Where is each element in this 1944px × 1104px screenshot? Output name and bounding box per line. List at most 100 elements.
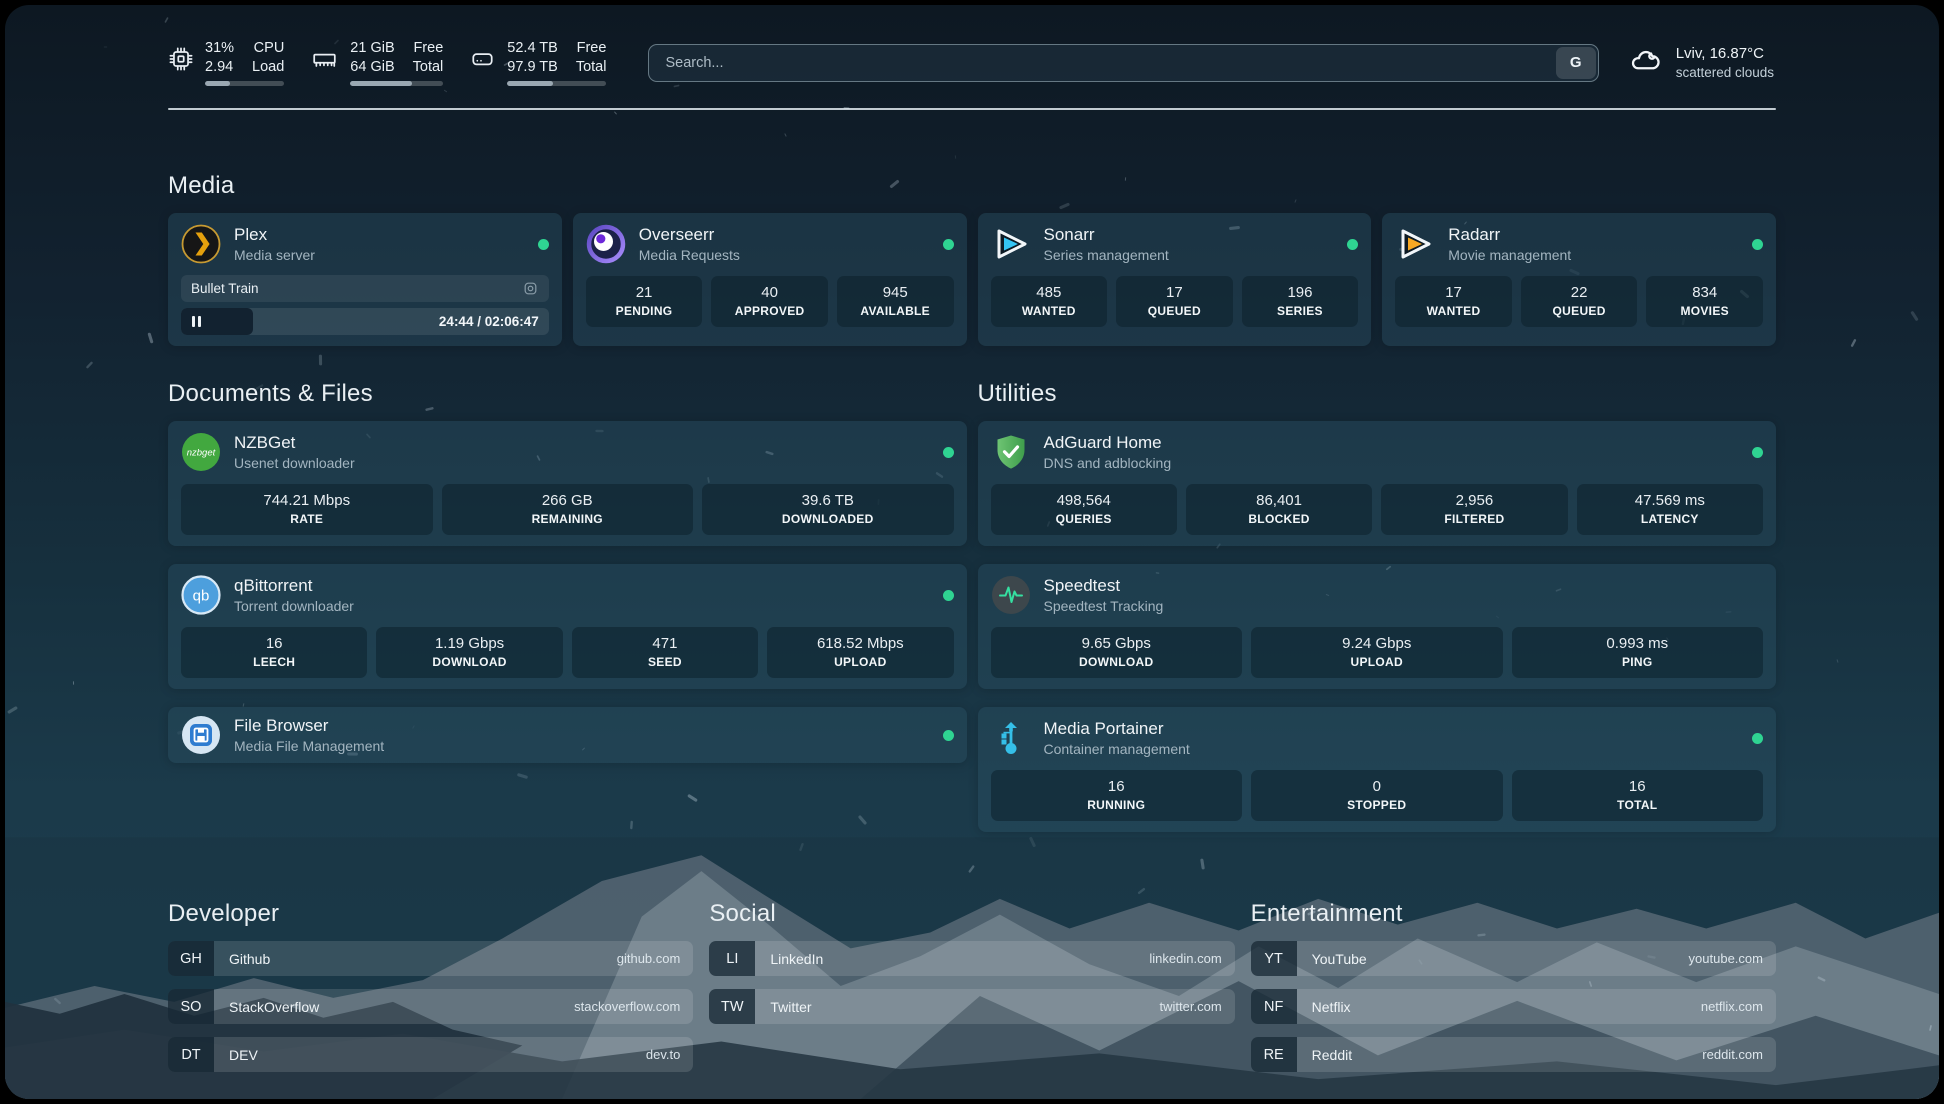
- stat-approved: 40APPROVED: [711, 276, 828, 327]
- service-subtitle: Torrent downloader: [234, 597, 354, 615]
- bookmark-name: Netflix: [1297, 989, 1351, 1024]
- bookmark-twitter[interactable]: TW Twitter twitter.com: [709, 989, 1234, 1024]
- disk-free-value: 52.4 TB: [507, 39, 558, 58]
- service-card-speedtest[interactable]: Speedtest Speedtest Tracking 9.65 GbpsDO…: [978, 564, 1777, 689]
- bookmark-abbr: GH: [168, 941, 214, 976]
- service-subtitle: Media Requests: [639, 246, 740, 264]
- service-card-plex[interactable]: Plex Media server Bullet Train: [168, 213, 562, 346]
- status-online-dot: [1752, 733, 1763, 744]
- bookmark-name: Twitter: [755, 989, 811, 1024]
- stat-rate: 744.21 MbpsRATE: [181, 484, 433, 535]
- disk-icon: [469, 46, 496, 72]
- cpu-label: CPU: [252, 39, 284, 58]
- social-section-title: Social: [709, 900, 1234, 928]
- bookmark-abbr: RE: [1251, 1037, 1297, 1072]
- bookmark-abbr: YT: [1251, 941, 1297, 976]
- section-developer: Developer GH Github github.com SO StackO…: [168, 900, 693, 1072]
- bookmark-url: youtube.com: [1689, 941, 1776, 976]
- service-name: qBittorrent: [234, 575, 354, 597]
- status-online-dot: [538, 239, 549, 250]
- top-bar: 31% 2.94 CPU Load: [168, 39, 1776, 86]
- plex-now-playing-row: Bullet Train: [181, 275, 549, 302]
- section-media: Media Plex Media server: [168, 172, 1776, 346]
- plex-logo-icon: [181, 224, 221, 264]
- service-subtitle: Speedtest Tracking: [1044, 597, 1164, 615]
- utilities-section-title: Utilities: [978, 380, 1777, 408]
- plex-pause-indicator: [181, 308, 253, 335]
- stat-wanted: 17WANTED: [1395, 276, 1512, 327]
- search-input[interactable]: [648, 44, 1598, 82]
- bookmark-abbr: LI: [709, 941, 755, 976]
- memory-widget: 21 GiB 64 GiB Free Total: [310, 39, 443, 86]
- weather-location-temp: Lviv, 16.87°C: [1676, 44, 1774, 64]
- ram-free-label: Free: [413, 39, 444, 58]
- service-card-filebrowser[interactable]: File Browser Media File Management: [168, 707, 967, 763]
- cpu-widget: 31% 2.94 CPU Load: [168, 39, 284, 86]
- stat-queued: 22QUEUED: [1521, 276, 1638, 327]
- service-card-qbittorrent[interactable]: qb qBittorrent Torrent downloader: [168, 564, 967, 689]
- bookmark-url: dev.to: [646, 1037, 693, 1072]
- service-subtitle: Series management: [1044, 246, 1169, 264]
- stat-latency: 47.569 msLATENCY: [1577, 484, 1763, 535]
- cpu-value: 31%: [205, 39, 234, 58]
- bookmark-dev[interactable]: DT DEV dev.to: [168, 1037, 693, 1072]
- service-card-portainer[interactable]: Media Portainer Container management 16R…: [978, 707, 1777, 832]
- service-subtitle: Media File Management: [234, 737, 384, 755]
- stat-queued: 17QUEUED: [1116, 276, 1233, 327]
- bookmark-github[interactable]: GH Github github.com: [168, 941, 693, 976]
- filebrowser-logo-icon: [181, 715, 221, 755]
- bookmark-url: github.com: [617, 941, 694, 976]
- service-card-adguard[interactable]: AdGuard Home DNS and adblocking 498,564Q…: [978, 421, 1777, 546]
- service-card-sonarr[interactable]: Sonarr Series management 485WANTED 17QUE…: [978, 213, 1372, 346]
- bookmark-abbr: DT: [168, 1037, 214, 1072]
- stat-movies: 834MOVIES: [1646, 276, 1763, 327]
- cpu-icon: [168, 46, 194, 72]
- developer-section-title: Developer: [168, 900, 693, 928]
- ram-total-label: Total: [413, 58, 444, 77]
- entertainment-section-title: Entertainment: [1251, 900, 1776, 928]
- adguard-logo-icon: [991, 432, 1031, 472]
- stat-wanted: 485WANTED: [991, 276, 1108, 327]
- plex-now-playing-title: Bullet Train: [191, 281, 259, 296]
- service-card-radarr[interactable]: Radarr Movie management 17WANTED 22QUEUE…: [1382, 213, 1776, 346]
- stat-remaining: 266 GBREMAINING: [442, 484, 694, 535]
- bookmark-name: DEV: [214, 1037, 258, 1072]
- status-online-dot: [943, 447, 954, 458]
- stat-filtered: 2,956FILTERED: [1381, 484, 1567, 535]
- bookmark-name: StackOverflow: [214, 989, 319, 1024]
- service-name: NZBGet: [234, 432, 355, 454]
- bookmark-reddit[interactable]: RE Reddit reddit.com: [1251, 1037, 1776, 1072]
- stat-available: 945AVAILABLE: [837, 276, 954, 327]
- ram-total-value: 64 GiB: [350, 58, 394, 77]
- bookmark-abbr: TW: [709, 989, 755, 1024]
- service-subtitle: Movie management: [1448, 246, 1571, 264]
- stat-queries: 498,564QUERIES: [991, 484, 1177, 535]
- nzbget-logo-icon: nzbget: [181, 432, 221, 472]
- header-divider: [168, 108, 1776, 110]
- stat-download: 9.65 GbpsDOWNLOAD: [991, 627, 1243, 678]
- cpu-progress-fill: [205, 81, 230, 86]
- service-subtitle: Media server: [234, 246, 315, 264]
- service-subtitle: Usenet downloader: [234, 454, 355, 472]
- search-provider-button[interactable]: G: [1556, 47, 1596, 79]
- bookmark-youtube[interactable]: YT YouTube youtube.com: [1251, 941, 1776, 976]
- stat-stopped: 0STOPPED: [1251, 770, 1503, 821]
- service-card-overseerr[interactable]: Overseerr Media Requests 21PENDING 40APP…: [573, 213, 967, 346]
- service-subtitle: Container management: [1044, 740, 1190, 758]
- cpu-progress-bar: [205, 81, 284, 86]
- ram-progress-fill: [350, 81, 411, 86]
- stat-blocked: 86,401BLOCKED: [1186, 484, 1372, 535]
- overseerr-logo-icon: [586, 224, 626, 264]
- service-card-nzbget[interactable]: nzbget NZBGet Usenet downloader 74: [168, 421, 967, 546]
- service-name: Speedtest: [1044, 575, 1164, 597]
- bookmark-stackoverflow[interactable]: SO StackOverflow stackoverflow.com: [168, 989, 693, 1024]
- bookmark-linkedin[interactable]: LI LinkedIn linkedin.com: [709, 941, 1234, 976]
- svg-text:qb: qb: [193, 588, 210, 605]
- section-entertainment: Entertainment YT YouTube youtube.com NF …: [1251, 900, 1776, 1072]
- stat-running: 16RUNNING: [991, 770, 1243, 821]
- bookmark-netflix[interactable]: NF Netflix netflix.com: [1251, 989, 1776, 1024]
- dashboard-screen: 31% 2.94 CPU Load: [0, 0, 1944, 1104]
- ram-progress-bar: [350, 81, 443, 86]
- qbittorrent-logo-icon: qb: [181, 575, 221, 615]
- radarr-logo-icon: [1395, 224, 1435, 264]
